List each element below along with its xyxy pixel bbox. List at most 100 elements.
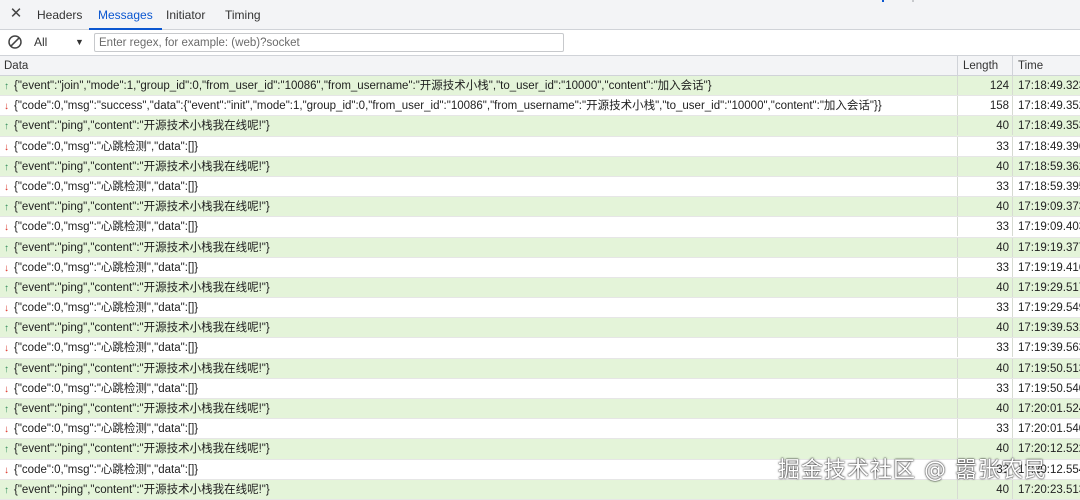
message-data-text: {"event":"join","mode":1,"group_id":0,"f…: [14, 80, 712, 92]
arrow-up-icon: ↑: [4, 282, 9, 294]
message-row[interactable]: ↓ {"code":0,"msg":"心跳检测","data":[]} 33 17:1…: [0, 136, 1080, 157]
message-time: 17:20:01.540: [1012, 419, 1080, 439]
arrow-up-icon: ↑: [4, 363, 9, 375]
message-data: ↑ {"event":"ping","content":"开源技术小栈我在线呢!"…: [0, 157, 957, 176]
message-data-text: {"code":0,"msg":"心跳检测","data":[]}: [14, 463, 199, 476]
arrow-down-icon: ↓: [4, 464, 9, 476]
tab-headers[interactable]: Headers: [28, 0, 91, 29]
arrow-down-icon: ↓: [4, 181, 9, 193]
arrow-down-icon: ↓: [4, 343, 9, 355]
message-data: ↑ {"event":"ping","content":"开源技术小栈我在线呢!"…: [0, 359, 957, 378]
message-row[interactable]: ↑ {"event":"ping","content":"开源技术小栈我在线呢!"…: [0, 277, 1080, 299]
message-row[interactable]: ↑ {"event":"ping","content":"开源技术小栈我在线呢!"…: [0, 197, 1080, 218]
arrow-down-icon: ↓: [4, 141, 9, 153]
message-time: 17:19:09.373: [1012, 197, 1080, 217]
timeline-marker: [912, 0, 914, 2]
arrow-down-icon: ↓: [4, 383, 9, 395]
message-row[interactable]: ↑ {"event":"ping","content":"开源技术小栈我在线呢!"…: [0, 358, 1080, 379]
devtools-tabbar: ✕ Headers Messages Initiator Timing: [0, 0, 1080, 30]
tab-timing[interactable]: Timing: [216, 0, 270, 29]
message-data-text: {"event":"ping","content":"开源技术小栈我在线呢!"}: [14, 160, 270, 173]
message-data-text: {"event":"ping","content":"开源技术小栈我在线呢!"}: [14, 322, 270, 335]
arrow-up-icon: ↑: [4, 121, 9, 133]
message-row[interactable]: ↓ {"code":0,"msg":"心跳检测","data":[]} 33 17:1…: [0, 338, 1080, 359]
message-row[interactable]: ↓ {"code":0,"msg":"心跳检测","data":[]} 33 17:2…: [0, 419, 1080, 440]
message-time: 17:19:29.517: [1012, 277, 1080, 297]
tab-initiator[interactable]: Initiator: [157, 0, 214, 29]
message-time: 17:18:49.323: [1012, 76, 1080, 95]
message-length: 33: [957, 298, 1012, 318]
message-length: 33: [957, 419, 1012, 439]
message-length: 33: [957, 136, 1012, 156]
timeline-marker: [882, 0, 884, 2]
message-row[interactable]: ↓ {"code":0,"msg":"success","data":{"even…: [0, 96, 1080, 117]
message-data: ↑ {"event":"ping","content":"开源技术小栈我在线呢!"…: [0, 318, 957, 337]
message-row[interactable]: ↓ {"code":0,"msg":"心跳检测","data":[]} 33 17:1…: [0, 298, 1080, 319]
message-row[interactable]: ↑ {"event":"ping","content":"开源技术小栈我在线呢!"…: [0, 399, 1080, 420]
filter-bar: All ▼: [0, 30, 1080, 56]
message-data: ↓ {"code":0,"msg":"success","data":{"even…: [0, 96, 957, 115]
message-length: 40: [957, 318, 1012, 338]
message-data-text: {"code":0,"msg":"心跳检测","data":[]}: [14, 140, 199, 153]
message-data-text: {"event":"ping","content":"开源技术小栈我在线呢!"}: [14, 120, 270, 133]
messages-table-header: Data Length Time: [0, 56, 1080, 76]
message-data-text: {"event":"ping","content":"开源技术小栈我在线呢!"}: [14, 281, 270, 294]
message-type-select[interactable]: All ▼: [34, 30, 90, 55]
close-icon[interactable]: ✕: [8, 6, 24, 22]
message-type-value: All: [34, 35, 48, 49]
message-data-text: {"code":0,"msg":"心跳检测","data":[]}: [14, 180, 199, 193]
column-header-time[interactable]: Time: [1012, 56, 1080, 75]
block-icon[interactable]: [7, 34, 23, 50]
message-length: 40: [957, 277, 1012, 297]
message-data: ↑ {"event":"ping","content":"开源技术小栈我在线呢!"…: [0, 197, 957, 216]
message-row[interactable]: ↓ {"code":0,"msg":"心跳检测","data":[]} 33 17:1…: [0, 378, 1080, 399]
message-row[interactable]: ↓ {"code":0,"msg":"心跳检测","data":[]} 33 17:1…: [0, 217, 1080, 238]
arrow-down-icon: ↓: [4, 101, 9, 113]
arrow-up-icon: ↑: [4, 484, 9, 496]
message-data: ↓ {"code":0,"msg":"心跳检测","data":[]}: [0, 177, 957, 196]
column-header-data[interactable]: Data: [0, 56, 957, 75]
message-row[interactable]: ↑ {"event":"ping","content":"开源技术小栈我在线呢!"…: [0, 237, 1080, 258]
message-data: ↓ {"code":0,"msg":"心跳检测","data":[]}: [0, 338, 957, 357]
message-data-text: {"code":0,"msg":"心跳检测","data":[]}: [14, 342, 199, 355]
message-data-text: {"event":"ping","content":"开源技术小栈我在线呢!"}: [14, 403, 270, 415]
message-data-text: {"code":0,"msg":"success","data":{"event…: [14, 100, 882, 113]
column-header-length[interactable]: Length: [957, 56, 1012, 75]
message-time: 17:18:59.395: [1012, 176, 1080, 196]
message-length: 33: [957, 176, 1012, 196]
message-time: 17:19:50.513: [1012, 358, 1080, 378]
message-data: ↑ {"event":"ping","content":"开源技术小栈我在线呢!"…: [0, 399, 957, 418]
message-data-text: {"event":"ping","content":"开源技术小栈我在线呢!"}: [14, 362, 270, 375]
message-length: 40: [957, 399, 1012, 418]
message-row[interactable]: ↑ {"event":"ping","content":"开源技术小栈我在线呢!"…: [0, 156, 1080, 177]
tab-messages[interactable]: Messages: [89, 0, 162, 30]
message-time: 17:19:29.549: [1012, 298, 1080, 318]
message-length: 33: [957, 257, 1012, 277]
message-data-text: {"code":0,"msg":"心跳检测","data":[]}: [14, 382, 199, 395]
message-time: 17:19:19.416: [1012, 257, 1080, 277]
message-length: 40: [957, 358, 1012, 378]
message-data: ↓ {"code":0,"msg":"心跳检测","data":[]}: [0, 137, 957, 156]
message-length: 33: [957, 217, 1012, 237]
message-data: ↑ {"event":"ping","content":"开源技术小栈我在线呢!"…: [0, 278, 957, 297]
message-data-text: {"code":0,"msg":"心跳检测","data":[]}: [14, 302, 199, 315]
message-row[interactable]: ↑ {"event":"ping","content":"开源技术小栈我在线呢!"…: [0, 116, 1080, 137]
message-time: 17:20:01.524: [1012, 399, 1080, 418]
message-time: 17:19:50.540: [1012, 378, 1080, 398]
regex-filter-input[interactable]: [94, 33, 564, 52]
message-data-text: {"event":"ping","content":"开源技术小栈我在线呢!"}: [14, 483, 270, 496]
chevron-down-icon: ▼: [75, 37, 84, 47]
message-row[interactable]: ↓ {"code":0,"msg":"心跳检测","data":[]} 33 17:1…: [0, 176, 1080, 198]
message-data: ↓ {"code":0,"msg":"心跳检测","data":[]}: [0, 419, 957, 438]
arrow-up-icon: ↑: [4, 404, 9, 415]
message-data: ↓ {"code":0,"msg":"心跳检测","data":[]}: [0, 258, 957, 277]
arrow-up-icon: ↑: [4, 161, 9, 173]
message-length: 158: [957, 96, 1012, 116]
message-data-text: {"code":0,"msg":"心跳检测","data":[]}: [14, 261, 199, 274]
message-row[interactable]: ↑ {"event":"join","mode":1,"group_id":0,"…: [0, 76, 1080, 97]
message-row[interactable]: ↓ {"code":0,"msg":"心跳检测","data":[]} 33 17:1…: [0, 257, 1080, 278]
message-data: ↓ {"code":0,"msg":"心跳检测","data":[]}: [0, 379, 957, 398]
message-data: ↑ {"event":"ping","content":"开源技术小栈我在线呢!"…: [0, 238, 957, 257]
message-length: 40: [957, 156, 1012, 176]
message-row[interactable]: ↑ {"event":"ping","content":"开源技术小栈我在线呢!"…: [0, 318, 1080, 339]
